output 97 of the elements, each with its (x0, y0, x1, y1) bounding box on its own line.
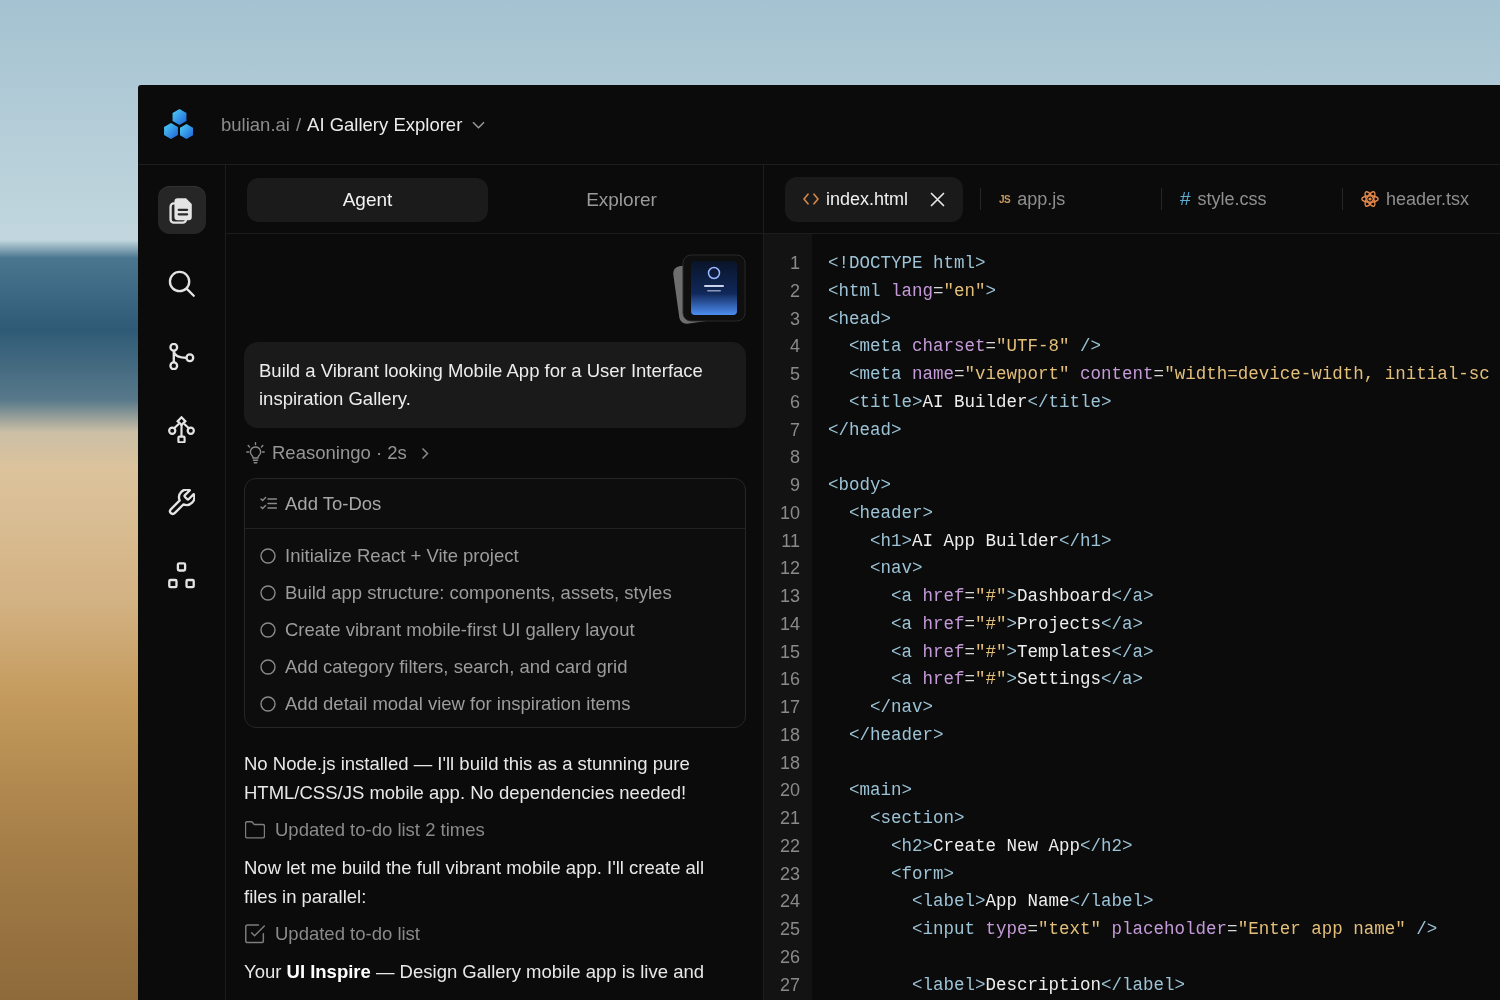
line-number: 11 (781, 530, 800, 551)
code-icon (803, 193, 819, 205)
line-number: 17 (779, 697, 800, 717)
logo-icon (163, 109, 194, 140)
line-number: 27 (779, 974, 800, 995)
line-number: 9 (790, 475, 800, 495)
code-line: <main> (849, 780, 913, 801)
close-tab-button[interactable] (930, 191, 945, 207)
line-number: 26 (779, 946, 800, 967)
todo-item-text: Build app structure: components, assets, styles (285, 581, 672, 604)
breadcrumb-separator: / (295, 113, 302, 136)
project-switcher[interactable]: AI Gallery Explorer (307, 113, 486, 136)
checklist-icon (260, 496, 277, 511)
todo-item-text: Initialize React + Vite project (285, 544, 519, 567)
code-line: <body> (828, 475, 891, 495)
activity-text: Updated to-do list 2 times (275, 819, 485, 841)
code-line: <title>AI Builder</title> (849, 391, 1112, 412)
line-number: 10 (779, 502, 800, 523)
folder-icon (245, 820, 265, 840)
line-number: 16 (779, 669, 800, 690)
code-line: <label>Description</label> (912, 974, 1186, 995)
lightbulb-icon (246, 442, 265, 464)
code-line: <meta charset="UTF-8" /> (849, 336, 1102, 357)
code-line: <nav> (870, 558, 923, 579)
code-line: <!DOCTYPE html> (828, 253, 986, 273)
branch-icon (168, 342, 195, 370)
code-line: <head> (828, 308, 891, 329)
files-button[interactable] (157, 186, 206, 234)
js-icon: JS (999, 193, 1011, 205)
assistant-message: Your UI Inspire — Design Gallery mobile app is live and (244, 960, 705, 984)
line-number: 13 (779, 586, 800, 606)
line-number: 22 (779, 835, 800, 856)
line-number: 2 (790, 280, 800, 301)
line-number: 6 (790, 391, 800, 412)
todo-item-text: Create vibrant mobile-first UI gallery layout (285, 618, 635, 641)
components-icon (168, 561, 195, 589)
line-number: 21 (779, 808, 800, 828)
file-tab[interactable]: index.html (785, 176, 963, 222)
workflow-icon (168, 415, 195, 443)
line-number: 4 (790, 336, 800, 357)
prompt-message: Build a Vibrant looking Mobile App for a User Interface inspiration Gallery. (244, 342, 746, 428)
empty-circle-icon[interactable] (260, 584, 276, 601)
file-tab[interactable]: header.tsx (1343, 176, 1488, 222)
search-icon (168, 269, 195, 297)
activity-text: Updated to-do list (275, 923, 420, 945)
code-line: <meta name="viewport" content="width=device-width, initial-sc (849, 364, 1490, 384)
chevron-down-icon (472, 120, 486, 129)
line-number: 8 (790, 447, 800, 468)
hash-icon: # (1180, 188, 1191, 210)
line-number: 23 (779, 863, 800, 884)
code-line: <a href="#">Templates</a> (891, 641, 1154, 662)
code-line: <html lang="en"> (828, 280, 997, 301)
checkbox-icon (245, 924, 265, 944)
line-number: 24 (779, 891, 800, 912)
assistant-message: Now let me build the full vibrant mobile app. I'll create all files in parallel: (244, 856, 706, 909)
code-line: </nav> (870, 697, 934, 717)
line-number: 18 (779, 752, 800, 773)
code-line: </header> (849, 724, 944, 745)
code-line: <a href="#">Dashboard</a> (891, 586, 1154, 606)
empty-circle-icon[interactable] (260, 695, 276, 712)
line-number: 7 (790, 419, 800, 440)
code-line: <input type="text" placeholder="Enter app name" /> (912, 919, 1438, 939)
todo-card-title: Add To-Dos (285, 492, 382, 515)
line-number: 25 (779, 919, 800, 939)
wrench-icon (168, 488, 195, 516)
empty-circle-icon[interactable] (260, 547, 276, 564)
files-icon (168, 196, 195, 224)
code-line: <a href="#">Projects</a> (891, 613, 1144, 634)
todo-item-text: Add category filters, search, and card grid (285, 655, 628, 678)
code-line: <h2>Create New App</h2> (891, 835, 1133, 856)
code-line: <header> (849, 502, 934, 523)
code-line: <form> (891, 863, 955, 884)
reasoning-toggle[interactable]: Reasoningo · 2s (244, 440, 429, 466)
line-number: 5 (790, 364, 800, 384)
atom-icon (1361, 190, 1379, 208)
line-number: 18 (779, 724, 800, 745)
empty-circle-icon[interactable] (260, 658, 276, 675)
file-tab[interactable]: # style.css (1162, 176, 1342, 222)
line-number: 12 (779, 558, 800, 579)
line-number: 14 (779, 613, 800, 634)
assistant-message: No Node.js installed — I'll build this as a stunning pure HTML/CSS/JS mobile app. No dependencies needed! (244, 752, 691, 805)
line-number: 1 (790, 253, 800, 273)
line-number: 15 (779, 641, 800, 662)
code-line: <label>App Name</label> (912, 891, 1154, 912)
workspace-link[interactable]: bulian.ai (221, 113, 290, 136)
code-line: </head> (828, 419, 902, 440)
code-line: <h1>AI App Builder</h1> (870, 530, 1112, 551)
panel-tab[interactable]: Explorer (501, 178, 742, 222)
todo-item-text: Add detail modal view for inspiration items (285, 692, 631, 715)
line-number: 3 (790, 308, 800, 329)
code-line: <a href="#">Settings</a> (891, 669, 1144, 690)
panel-tab[interactable]: Agent (247, 178, 488, 222)
file-tab[interactable]: JS app.js (981, 176, 1161, 222)
code-line: <section> (870, 808, 965, 828)
line-number: 20 (779, 780, 800, 801)
close-icon (930, 191, 945, 207)
empty-circle-icon[interactable] (260, 621, 276, 638)
